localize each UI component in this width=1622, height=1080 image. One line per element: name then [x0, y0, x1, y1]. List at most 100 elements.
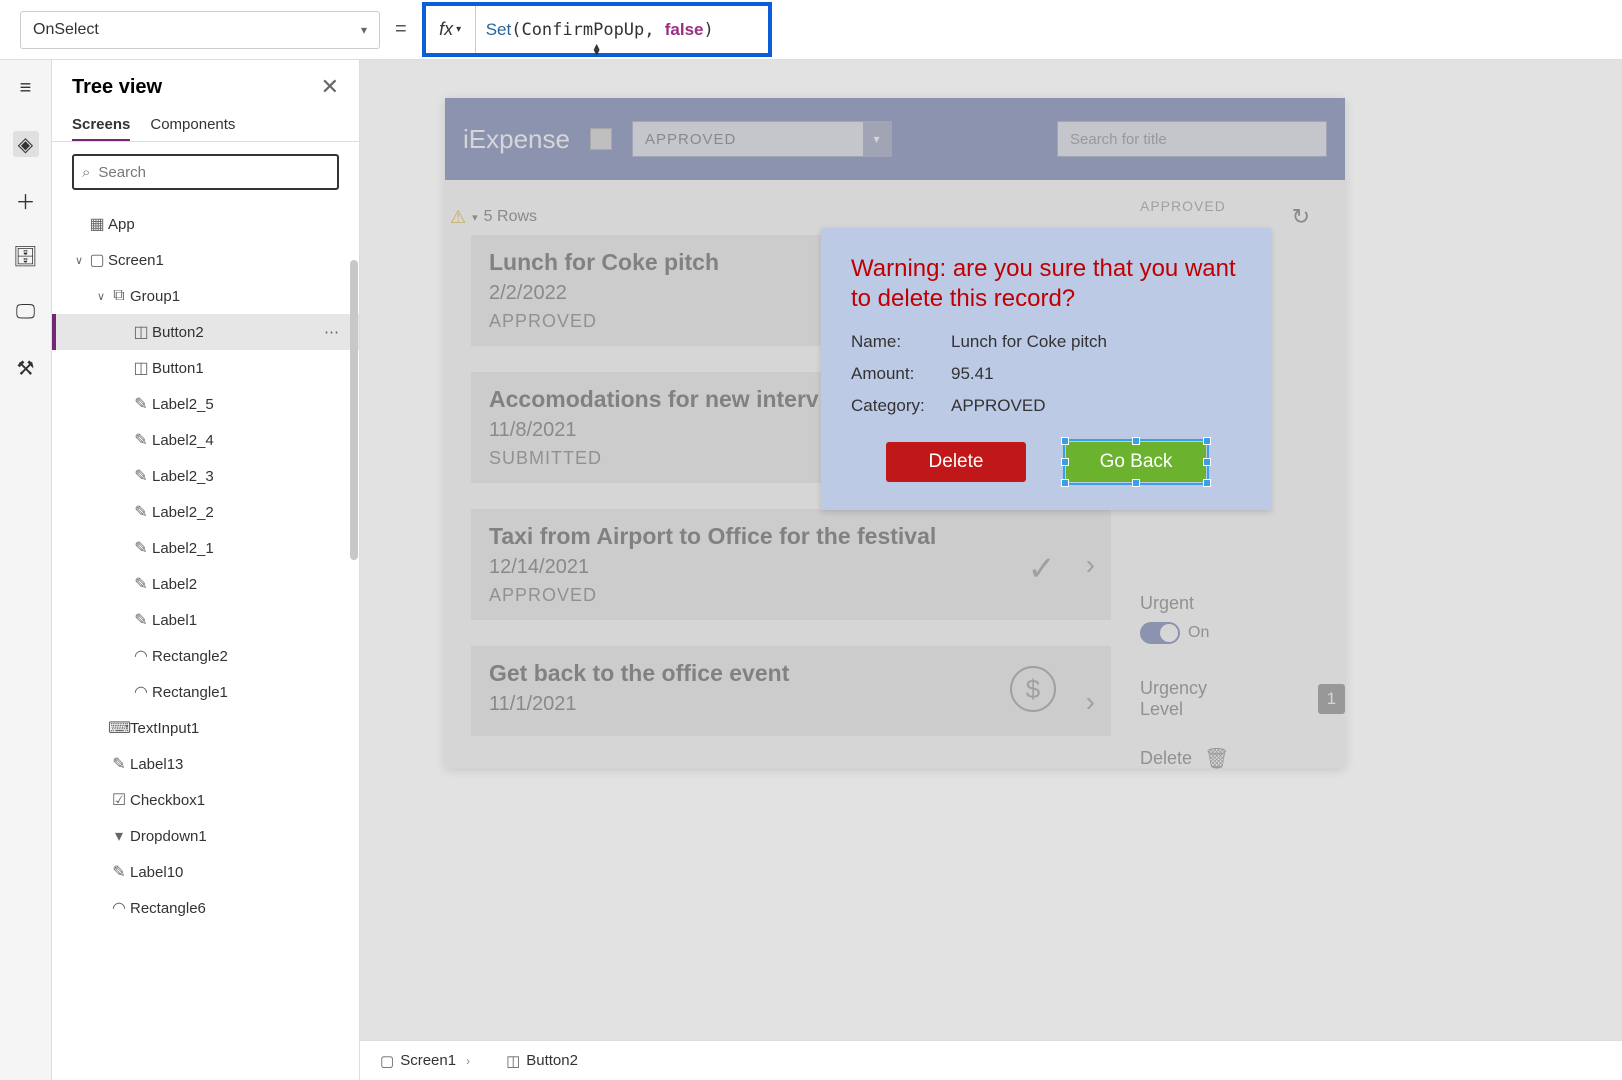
- confirm-popup: Warning: are you sure that you want to d…: [821, 228, 1271, 510]
- tree-item-label: Dropdown1: [130, 828, 207, 845]
- node-icon: ◫: [130, 358, 152, 378]
- go-back-button[interactable]: Go Back: [1066, 442, 1206, 482]
- search-input[interactable]: Search for title: [1057, 121, 1327, 157]
- filter-dropdown[interactable]: APPROVED ▾: [632, 121, 892, 157]
- tree-item[interactable]: ☑Checkbox1: [52, 782, 359, 818]
- scrollbar[interactable]: [350, 260, 358, 560]
- node-icon: ✎: [108, 862, 130, 882]
- tree-item[interactable]: ✎Label2_3: [52, 458, 359, 494]
- tree-item[interactable]: ◠Rectangle6: [52, 890, 359, 926]
- delete-row[interactable]: Delete 🗑: [1140, 746, 1345, 771]
- tree-body[interactable]: ▦App∨▢Screen1∨⧉Group1◫Button2⋯◫Button1✎L…: [52, 202, 359, 1080]
- breadcrumb-screen[interactable]: ▢ Screen1 ›: [372, 1048, 478, 1074]
- filter-value: APPROVED: [645, 131, 736, 148]
- selection-handles[interactable]: [1063, 439, 1209, 485]
- tree-item-label: App: [108, 216, 135, 233]
- tree-item-label: Screen1: [108, 252, 164, 269]
- tree-item-label: Label2_4: [152, 432, 214, 449]
- node-icon: ☑: [108, 790, 130, 810]
- tree-item[interactable]: ✎Label2_2: [52, 494, 359, 530]
- tree-view-panel: Tree view ✕ Screens Components ⌕ Search …: [52, 60, 360, 1080]
- tree-item-label: Rectangle1: [152, 684, 228, 701]
- tree-view-icon[interactable]: ◈: [13, 131, 39, 157]
- tree-item-label: Label10: [130, 864, 183, 881]
- tree-item[interactable]: ∨⧉Group1: [52, 278, 359, 314]
- media-icon[interactable]: 🖵: [13, 299, 39, 325]
- chevron-right-icon: ›: [466, 1054, 470, 1068]
- urgent-toggle[interactable]: On: [1140, 622, 1345, 644]
- node-icon: ⧉: [108, 287, 130, 305]
- tree-item[interactable]: ✎Label2_4: [52, 422, 359, 458]
- resize-handle-icon[interactable]: ▴▾: [594, 43, 600, 55]
- tree-item-label: Label2_5: [152, 396, 214, 413]
- name-value: Lunch for Coke pitch: [951, 332, 1241, 352]
- tree-item-label: Label1: [152, 612, 197, 629]
- expense-card[interactable]: Taxi from Airport to Office for the fest…: [471, 509, 1111, 620]
- tree-item-label: Rectangle2: [152, 648, 228, 665]
- app-title: iExpense: [463, 124, 570, 155]
- tree-item-label: Rectangle6: [130, 900, 206, 917]
- tree-item[interactable]: ⌨TextInput1: [52, 710, 359, 746]
- card-title: Get back to the office event: [489, 660, 1093, 687]
- tree-item[interactable]: ✎Label10: [52, 854, 359, 890]
- header-checkbox[interactable]: [590, 128, 612, 150]
- urgent-label: Urgent: [1140, 593, 1345, 614]
- tree-search-input[interactable]: ⌕ Search: [72, 154, 339, 190]
- data-icon[interactable]: 🗄: [13, 243, 39, 269]
- bottom-tab-bar: ▢ Screen1 › ◫ Button2: [360, 1040, 1622, 1080]
- category-value: APPROVED: [951, 396, 1241, 416]
- hamburger-icon[interactable]: ≡: [13, 75, 39, 101]
- node-icon: ◠: [130, 646, 152, 666]
- node-icon: ✎: [130, 430, 152, 450]
- tree-item[interactable]: ▦App: [52, 206, 359, 242]
- control-label: Button2: [526, 1052, 578, 1069]
- dollar-icon: $: [1010, 666, 1056, 712]
- toggle-value: On: [1188, 624, 1209, 642]
- trash-icon: 🗑: [1204, 746, 1229, 771]
- tree-item[interactable]: ▾Dropdown1: [52, 818, 359, 854]
- tree-item-label: Label2_1: [152, 540, 214, 557]
- tree-item[interactable]: ✎Label13: [52, 746, 359, 782]
- search-icon: ⌕: [82, 164, 90, 181]
- urgency-level-label: Urgency Level: [1140, 678, 1228, 720]
- toggle-knob: [1160, 624, 1178, 642]
- card-date: 11/1/2021: [489, 693, 1093, 716]
- delete-button[interactable]: Delete: [886, 442, 1026, 482]
- tree-item[interactable]: ◠Rectangle2: [52, 638, 359, 674]
- node-icon: ✎: [130, 466, 152, 486]
- chevron-right-icon: ›: [1086, 686, 1095, 718]
- more-icon[interactable]: ⋯: [324, 323, 341, 341]
- tree-item[interactable]: ◠Rectangle1: [52, 674, 359, 710]
- formula-input[interactable]: Set(ConfirmPopUp, false): [476, 20, 768, 40]
- tree-item-label: Group1: [130, 288, 180, 305]
- close-icon[interactable]: ✕: [321, 74, 339, 100]
- tab-components[interactable]: Components: [150, 110, 235, 141]
- add-icon[interactable]: ＋: [13, 187, 39, 213]
- formula-editor[interactable]: fx▾ Set(ConfirmPopUp, false) ▴▾: [422, 2, 772, 57]
- tree-item[interactable]: ∨▢Screen1: [52, 242, 359, 278]
- node-icon: ✎: [130, 502, 152, 522]
- tree-item[interactable]: ✎Label2_1: [52, 530, 359, 566]
- equals-sign: =: [395, 18, 407, 41]
- popup-buttons: Delete Go Back: [851, 442, 1241, 482]
- card-title: Taxi from Airport to Office for the fest…: [489, 523, 1093, 550]
- tree-item[interactable]: ✎Label2_5: [52, 386, 359, 422]
- chevron-down-icon: ▾: [456, 24, 461, 35]
- rows-count: 5 Rows: [484, 208, 537, 226]
- tree-item[interactable]: ◫Button2⋯: [52, 314, 359, 350]
- tree-item-label: Checkbox1: [130, 792, 205, 809]
- tab-screens[interactable]: Screens: [72, 110, 130, 141]
- tree-item[interactable]: ✎Label1: [52, 602, 359, 638]
- breadcrumb-control[interactable]: ◫ Button2: [498, 1048, 586, 1074]
- fx-icon[interactable]: fx▾: [426, 6, 476, 53]
- property-selector[interactable]: OnSelect ▾: [20, 11, 380, 49]
- chevron-down-icon: ▾: [863, 122, 891, 156]
- formula-bar-row: OnSelect ▾ = fx▾ Set(ConfirmPopUp, false…: [0, 0, 1622, 60]
- expense-card[interactable]: Get back to the office event 11/1/2021$ ›: [471, 646, 1111, 736]
- tree-item-label: Label13: [130, 756, 183, 773]
- tree-item[interactable]: ◫Button1: [52, 350, 359, 386]
- tree-item[interactable]: ✎Label2: [52, 566, 359, 602]
- tools-icon[interactable]: ⚒: [13, 355, 39, 381]
- warning-icon[interactable]: ⚠: [450, 207, 466, 228]
- node-icon: ▢: [86, 250, 108, 270]
